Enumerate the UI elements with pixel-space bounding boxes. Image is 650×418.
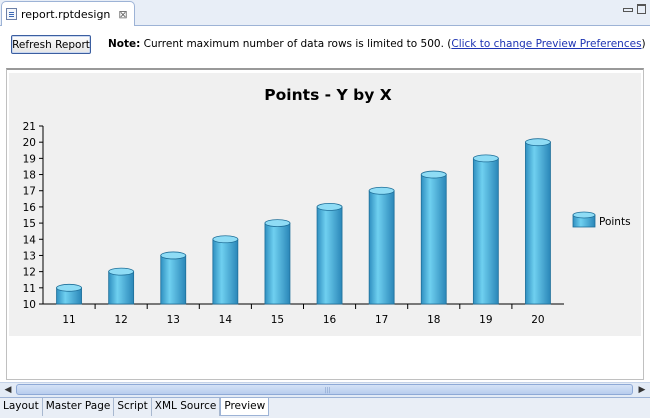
preview-toolbar: Refresh Report Note: Current maximum num…	[0, 26, 650, 64]
tab-script[interactable]: Script	[114, 398, 152, 416]
maximize-icon[interactable]	[637, 4, 646, 14]
y-tick-label: 16	[23, 202, 37, 214]
x-tick-label: 16	[323, 314, 337, 326]
bar	[212, 238, 239, 305]
x-tick-label: 12	[114, 314, 127, 326]
bar-top	[368, 186, 395, 195]
bar	[108, 271, 135, 305]
bar	[264, 222, 291, 305]
x-tick-label: 13	[167, 314, 180, 326]
bar	[368, 190, 395, 305]
y-tick-label: 17	[23, 186, 36, 198]
bar	[160, 255, 187, 305]
row-limit-note: Note: Current maximum number of data row…	[108, 38, 646, 50]
note-end: )	[641, 38, 646, 50]
window-controls	[623, 4, 646, 14]
chart-title: Points - Y by X	[264, 86, 391, 104]
legend-swatch-top	[572, 211, 596, 219]
minimize-icon[interactable]	[623, 8, 633, 12]
scroll-grip-icon: |||	[324, 387, 331, 394]
editor-tab-report[interactable]: report.rptdesign ⊠	[1, 1, 135, 26]
chart-area: Points - Y by X 10 11 12 13 14 15 16 17 18 19 20 21…	[9, 73, 641, 336]
bar-top	[472, 154, 499, 163]
bar-top	[56, 283, 82, 292]
y-tick-label: 19	[23, 153, 36, 165]
y-tick-label: 20	[23, 137, 36, 149]
x-tick-label: 11	[62, 314, 75, 326]
x-tick-label: 19	[479, 314, 492, 326]
tab-master-page[interactable]: Master Page	[43, 398, 115, 416]
close-tab-icon[interactable]: ⊠	[118, 8, 127, 21]
bar-top	[420, 170, 447, 179]
editor-page-tabs: Layout Master Page Script XML Source Pre…	[0, 397, 650, 418]
bar-top	[264, 219, 291, 227]
x-tick-label: 18	[427, 314, 440, 326]
scroll-right-arrow-icon[interactable]: ▶	[635, 383, 649, 397]
x-tick-label: 17	[375, 314, 388, 326]
bar	[472, 157, 499, 305]
bar-top	[316, 203, 343, 211]
y-tick-label: 21	[23, 121, 36, 133]
scroll-thumb[interactable]: |||	[16, 384, 633, 395]
bar-top	[108, 267, 135, 276]
tab-layout[interactable]: Layout	[0, 398, 43, 416]
x-tick-label: 15	[271, 314, 284, 326]
preview-preferences-link[interactable]: Click to change Preview Preferences	[451, 38, 641, 50]
editor-tab-bar: report.rptdesign ⊠	[0, 0, 650, 26]
note-label: Note:	[108, 38, 141, 50]
y-tick-label: 12	[23, 267, 36, 279]
bar-top	[525, 138, 551, 147]
y-tick-label: 11	[23, 283, 36, 295]
bar-top	[212, 235, 239, 244]
bar	[525, 141, 551, 305]
bar	[420, 174, 447, 305]
y-tick-label: 10	[23, 299, 36, 311]
bar-chart: Points - Y by X 10 11 12 13 14 15 16 17 18 19 20 21…	[23, 86, 631, 326]
editor-tab-title: report.rptdesign	[21, 7, 111, 21]
refresh-report-button[interactable]: Refresh Report	[11, 35, 91, 54]
note-text: Current maximum number of data rows is l…	[140, 38, 452, 50]
y-tick-label: 15	[23, 218, 36, 230]
report-file-icon	[6, 8, 17, 20]
bar-top	[160, 251, 187, 260]
bar	[316, 206, 343, 305]
horizontal-scrollbar[interactable]: ◀ ||| ▶	[0, 382, 650, 397]
legend-label: Points	[599, 216, 631, 228]
tab-preview[interactable]: Preview	[220, 398, 270, 416]
scroll-left-arrow-icon[interactable]: ◀	[1, 383, 15, 397]
x-tick-label: 14	[219, 314, 233, 326]
y-tick-label: 18	[23, 170, 36, 182]
y-tick-label: 14	[23, 234, 37, 246]
tab-xml-source[interactable]: XML Source	[152, 398, 221, 416]
y-tick-label: 13	[23, 250, 36, 262]
x-tick-label: 20	[531, 314, 544, 326]
